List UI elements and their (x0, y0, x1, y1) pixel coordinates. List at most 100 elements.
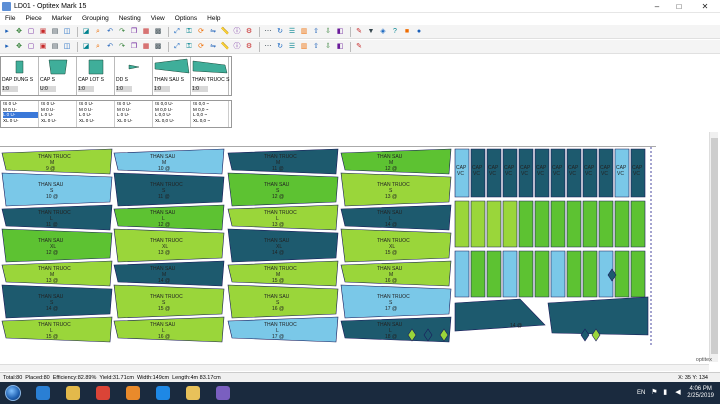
close-button[interactable]: ✕ (690, 0, 720, 12)
marker-piece-narrow[interactable] (534, 200, 550, 248)
group-icon[interactable]: ◪ (81, 42, 91, 52)
refresh-view-icon[interactable]: ⚙ (244, 42, 254, 52)
new-icon[interactable]: ▢ (26, 27, 36, 37)
plot-icon[interactable]: ◧ (335, 42, 345, 52)
piece-tile[interactable]: CAP LOT S 1:0 (77, 57, 115, 95)
undo-icon[interactable]: ↶ (105, 27, 115, 37)
marker-piece-long[interactable] (340, 228, 452, 263)
cut-icon[interactable]: ⇩ (323, 42, 333, 52)
marker-piece-narrow[interactable] (582, 200, 598, 248)
piece-tile[interactable]: DD S 1:0 (115, 57, 153, 95)
marker-piece-narrow[interactable] (502, 250, 518, 298)
color-pieces-icon[interactable]: ☰ (287, 42, 297, 52)
paste-icon[interactable]: ▦ (141, 27, 151, 37)
vertical-scrollbar[interactable] (709, 132, 718, 362)
filter-icon[interactable]: ▼ (366, 27, 376, 37)
marker-piece-narrow[interactable] (486, 250, 502, 298)
maximize-button[interactable]: □ (668, 0, 690, 12)
redo-icon[interactable]: ↷ (117, 27, 127, 37)
language-indicator[interactable]: EN (637, 390, 645, 396)
buffer-icon[interactable]: ▩ (153, 42, 163, 52)
save-icon[interactable]: ▤ (50, 27, 60, 37)
piece-tile[interactable]: CAP S U:0 (39, 57, 77, 95)
chrome-taskbar-button[interactable] (90, 383, 116, 403)
marker-piece-long[interactable] (340, 172, 452, 207)
pointer-icon[interactable]: ▸ (2, 27, 12, 37)
marker-piece-narrow[interactable] (630, 250, 646, 298)
nest-icon[interactable]: ↶ (105, 42, 115, 52)
marker-piece-long[interactable] (113, 172, 225, 207)
size-row[interactable]: XL 0,0 ~ (193, 118, 228, 124)
menu-view[interactable]: View (146, 15, 170, 22)
import-icon[interactable]: ⇩ (323, 27, 333, 37)
volume-icon[interactable]: ◀ (675, 389, 683, 397)
zoom-icon[interactable]: ⌕ (93, 27, 103, 37)
size-row[interactable]: XL 0 U- (117, 118, 152, 124)
marker-piece-narrow[interactable] (454, 250, 470, 298)
menu-marker[interactable]: Marker (47, 15, 77, 22)
marker-piece-narrow[interactable] (566, 200, 582, 248)
measure-icon[interactable]: 📏 (220, 27, 230, 37)
open-icon[interactable]: ▣ (38, 27, 48, 37)
zoom-in-icon[interactable]: ⇋ (208, 42, 218, 52)
color-icon[interactable]: ◧ (335, 27, 345, 37)
layers-icon[interactable]: ☰ (287, 27, 297, 37)
size-row[interactable]: XL 0 U- (3, 118, 38, 124)
dots-icon[interactable]: ⋯ (263, 27, 273, 37)
pattern-icon[interactable]: ↻ (275, 42, 285, 52)
marker-piece-narrow[interactable] (582, 250, 598, 298)
chart-icon[interactable]: ⟳ (196, 42, 206, 52)
auto-nest-icon[interactable]: ↷ (117, 42, 127, 52)
help-icon[interactable]: ? (390, 27, 400, 37)
copy-icon[interactable]: ❐ (129, 27, 139, 37)
piece-tile[interactable]: THAN TRUOC S 1:0 (191, 57, 229, 95)
grid-icon[interactable]: ▩ (153, 27, 163, 37)
gap-icon[interactable]: ⤢ (172, 42, 182, 52)
calc-icon[interactable]: ✎ (354, 42, 364, 52)
refresh-icon[interactable]: ↻ (275, 27, 285, 37)
clock[interactable]: 4:06 PM 2/25/2019 (687, 386, 714, 400)
marker-piece-narrow[interactable] (518, 250, 534, 298)
print-icon[interactable]: ◫ (62, 27, 72, 37)
marker-piece-long[interactable] (227, 228, 339, 263)
marker-piece-narrow[interactable] (486, 200, 502, 248)
tool-icon[interactable]: ✎ (354, 27, 364, 37)
menu-file[interactable]: File (0, 15, 20, 22)
rotate-icon[interactable]: ⟳ (196, 27, 206, 37)
marker-piece-narrow[interactable] (598, 200, 614, 248)
piece-tile[interactable]: THAN SAU S 1:0 (153, 57, 191, 95)
marker-piece-long[interactable] (113, 284, 225, 319)
overlap-icon[interactable]: ▦ (141, 42, 151, 52)
marker-drawing[interactable]: THAN TRUOCM9 @THAN SAUS10 @THAN TRUOCL11… (0, 147, 656, 345)
cancel-icon[interactable]: ⋯ (263, 42, 273, 52)
size-row[interactable]: XL 0 U- (41, 118, 76, 124)
info-icon[interactable]: ⓘ (232, 27, 242, 37)
marker-piece-long[interactable] (1, 172, 113, 207)
stop-icon[interactable]: ■ (402, 27, 412, 37)
menu-grouping[interactable]: Grouping (77, 15, 114, 22)
horizontal-scrollbar[interactable] (0, 364, 709, 371)
marker-piece-narrow[interactable] (470, 200, 486, 248)
table-icon[interactable]: ⚿ (184, 42, 194, 52)
select-icon[interactable]: ▸ (2, 42, 12, 52)
marker-canvas[interactable]: THAN TRUOC M 9 @ THAN SAU S 10 @ THAN TRUOC L 11… (0, 146, 656, 345)
marker-piece-narrow[interactable] (566, 250, 582, 298)
rotate-piece-icon[interactable]: ▢ (26, 42, 36, 52)
marker-piece-long[interactable] (113, 228, 225, 263)
start-button[interactable] (0, 382, 26, 404)
piece-tile[interactable]: DAP DUNG S 1:0 (1, 57, 39, 95)
marker-piece[interactable] (454, 298, 546, 332)
move-piece-icon[interactable]: ✥ (14, 42, 24, 52)
marker-piece-long[interactable] (227, 172, 339, 207)
media-taskbar-button[interactable] (120, 383, 146, 403)
print-preview-icon[interactable]: ◪ (81, 27, 91, 37)
marker-piece-narrow[interactable] (470, 250, 486, 298)
network-icon[interactable]: ▮ (663, 389, 671, 397)
align-icon[interactable]: ◫ (62, 42, 72, 52)
flag-icon[interactable]: ⚑ (651, 389, 659, 397)
zalo-taskbar-button[interactable] (150, 383, 176, 403)
explorer-taskbar-button[interactable] (60, 383, 86, 403)
marker-piece-long[interactable] (340, 284, 452, 319)
lock-icon[interactable]: ⚿ (184, 27, 194, 37)
move-icon[interactable]: ✥ (14, 27, 24, 37)
